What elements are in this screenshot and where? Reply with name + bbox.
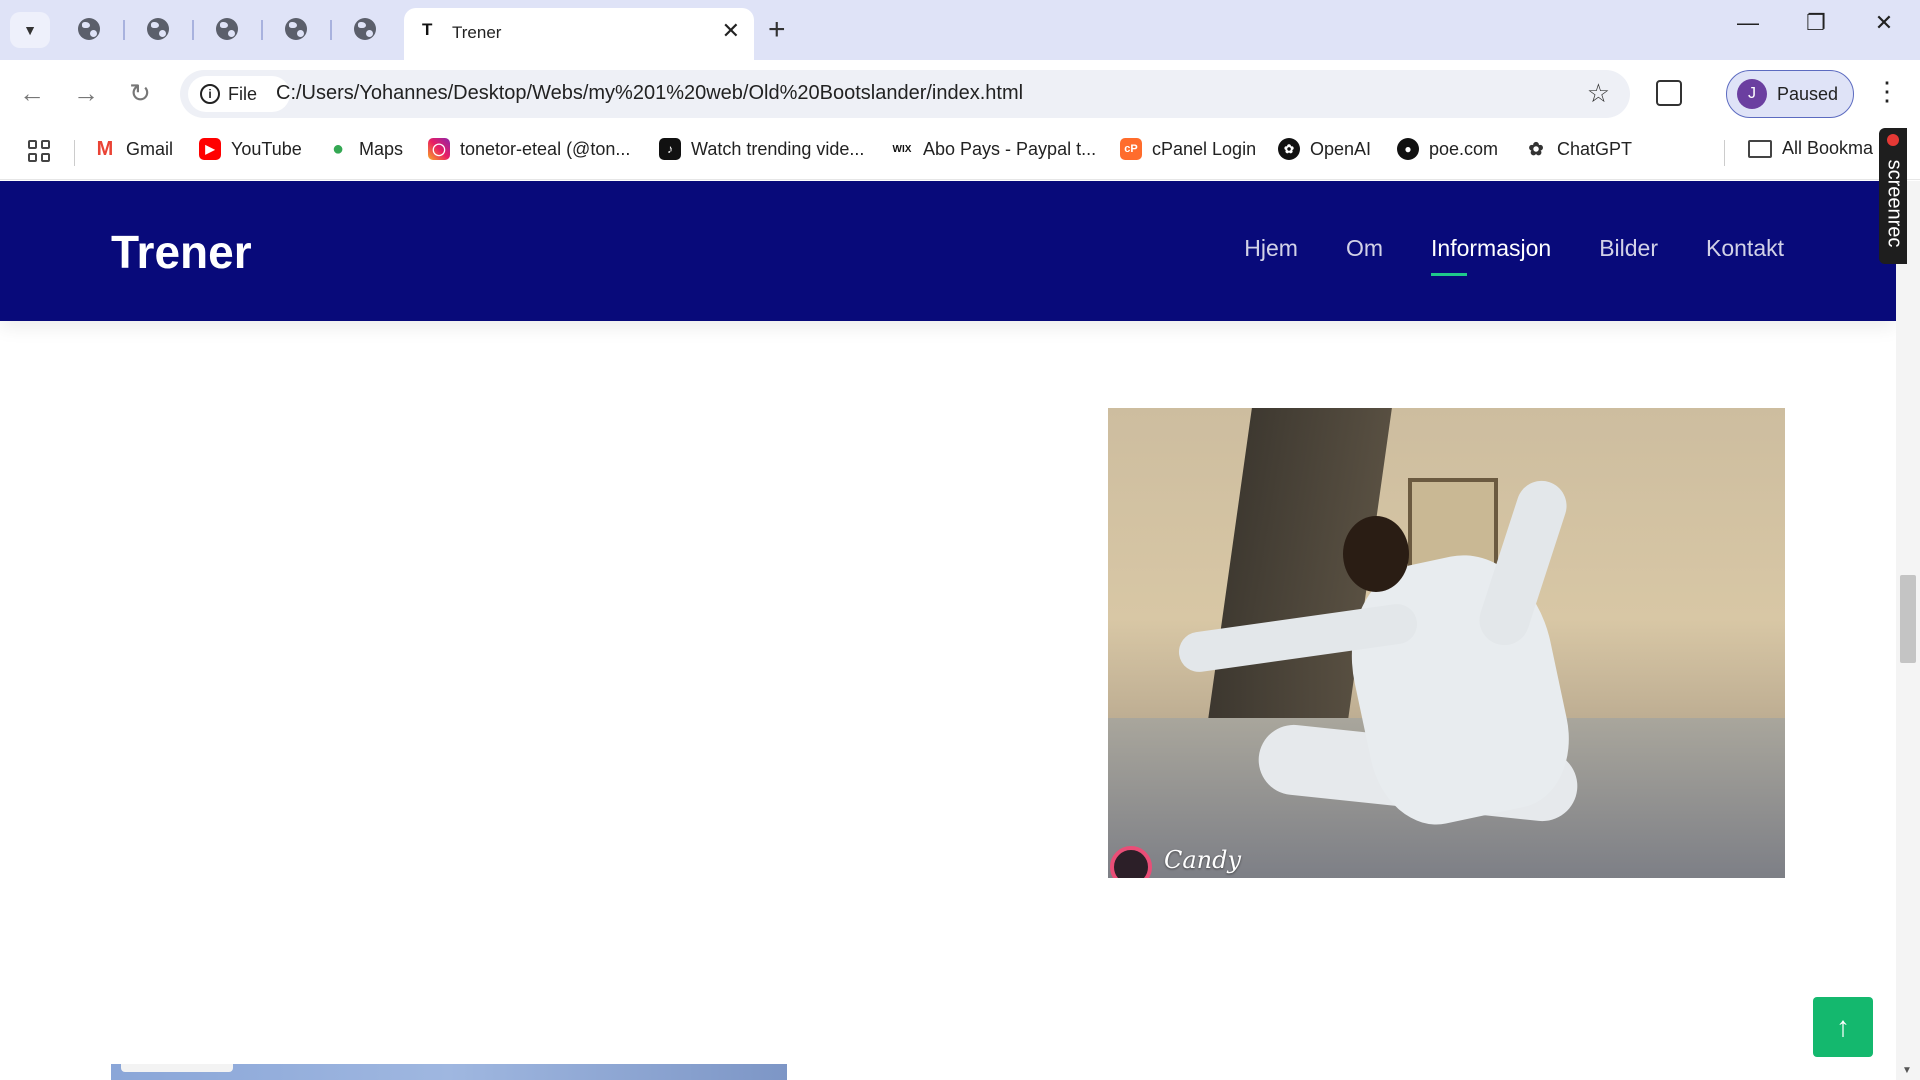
bookmark-separator <box>74 140 75 166</box>
tab-strip: ▼ T Trener ✕ + — ❐ ✕ <box>0 0 1920 60</box>
profile-status: Paused <box>1777 83 1839 104</box>
pinned-tab-3[interactable] <box>212 14 242 44</box>
profile-button[interactable]: J Paused <box>1726 70 1854 118</box>
back-arrow-icon[interactable]: ← <box>14 78 50 108</box>
back-to-top-button[interactable]: ↑ <box>1813 997 1873 1057</box>
browser-toolbar: ← → ↻ i File C:/Users/Yohannes/Desktop/W… <box>0 60 1920 126</box>
nav-link-om[interactable]: Om <box>1346 235 1383 276</box>
chevron-down-icon: ▼ <box>23 22 37 38</box>
avatar: J <box>1737 79 1767 109</box>
tab-search-button[interactable]: ▼ <box>10 12 50 48</box>
bookmark-label: OpenAI <box>1310 138 1372 159</box>
bookmark-label: ChatGPT <box>1557 138 1633 159</box>
forward-arrow-icon[interactable]: → <box>68 78 104 108</box>
address-bar[interactable]: i File C:/Users/Yohannes/Desktop/Webs/my… <box>180 70 1630 118</box>
url-text[interactable]: C:/Users/Yohannes/Desktop/Webs/my%201%20… <box>276 82 1023 105</box>
bookmark-label: tonetor-eteal (@ton... <box>460 138 631 159</box>
active-tab[interactable]: T Trener ✕ <box>404 8 754 60</box>
screenrec-label: screenrec <box>1883 159 1906 248</box>
wix-icon: WIX <box>891 138 913 160</box>
screenrec-widget[interactable]: screenrec <box>1879 128 1907 264</box>
bookmark-label: Gmail <box>126 138 174 159</box>
maps-icon: ● <box>327 138 349 160</box>
bookmark-youtube[interactable]: ▶ YouTube <box>199 138 302 160</box>
site-info-label: File <box>228 83 258 104</box>
bookmark-tiktok[interactable]: ♪ Watch trending vide... <box>659 138 864 160</box>
bookmark-instagram[interactable]: ◯ tonetor-eteal (@ton... <box>428 138 630 160</box>
info-icon: i <box>200 84 220 104</box>
new-tab-button[interactable]: + <box>768 12 786 48</box>
restore-button[interactable]: ❐ <box>1796 10 1836 36</box>
arrow-up-icon: ↑ <box>1836 1011 1850 1042</box>
tab-separator <box>261 20 263 40</box>
bookmarks-bar: M Gmail ▶ YouTube ● Maps ◯ tonetor-eteal… <box>0 126 1920 180</box>
apps-grid-icon[interactable] <box>28 140 50 162</box>
bookmark-wix[interactable]: WIX Abo Pays - Paypal t... <box>891 138 1096 160</box>
close-tab-icon[interactable]: ✕ <box>722 18 740 44</box>
close-window-button[interactable]: ✕ <box>1864 10 1904 36</box>
tab-separator <box>192 20 194 40</box>
bookmark-label: Abo Pays - Paypal t... <box>923 138 1097 159</box>
nav-link-bilder[interactable]: Bilder <box>1599 235 1658 276</box>
bookmark-gmail[interactable]: M Gmail <box>94 138 173 160</box>
bookmark-star-icon[interactable]: ☆ <box>1587 78 1610 109</box>
nav-link-kontakt[interactable]: Kontakt <box>1706 235 1784 276</box>
bookmark-label: Watch trending vide... <box>691 138 865 159</box>
globe-icon <box>147 18 169 40</box>
instagram-icon: ◯ <box>428 138 450 160</box>
all-bookmarks-label: All Bookma <box>1782 138 1874 158</box>
tiktok-icon: ♪ <box>659 138 681 160</box>
gallery-photo-partial <box>111 1064 787 1080</box>
cpanel-icon: cP <box>1120 138 1142 160</box>
pinned-tab-2[interactable] <box>143 14 173 44</box>
folder-icon <box>1748 139 1772 158</box>
record-dot-icon <box>1887 134 1899 146</box>
bookmark-label: YouTube <box>231 138 302 159</box>
minimize-button[interactable]: — <box>1728 10 1768 36</box>
tab-separator <box>330 20 332 40</box>
bookmark-separator <box>1724 140 1725 166</box>
page-viewport: Trener Hjem Om Informasjon Bilder Kontak… <box>0 181 1896 1080</box>
tab-separator <box>123 20 125 40</box>
gmail-icon: M <box>94 138 116 160</box>
site-info-button[interactable]: i File <box>188 76 290 112</box>
bookmark-maps[interactable]: ● Maps <box>327 138 403 160</box>
site-header: Trener Hjem Om Informasjon Bilder Kontak… <box>0 181 1896 321</box>
site-nav: Hjem Om Informasjon Bilder Kontakt <box>1244 235 1784 276</box>
all-bookmarks[interactable]: All Bookma <box>1748 138 1873 159</box>
bookmark-poe[interactable]: ● poe.com <box>1397 138 1498 160</box>
bookmark-chatgpt[interactable]: ✿ ChatGPT <box>1525 138 1632 160</box>
extensions-icon[interactable] <box>1656 80 1682 106</box>
nav-link-informasjon[interactable]: Informasjon <box>1431 235 1551 276</box>
openai-icon: ✿ <box>1278 138 1300 160</box>
reload-icon[interactable]: ↻ <box>122 78 158 108</box>
photo-watermark: Candy <box>1164 846 1242 874</box>
globe-icon <box>354 18 376 40</box>
tab-favicon: T <box>422 20 433 39</box>
globe-icon <box>216 18 238 40</box>
bookmark-label: cPanel Login <box>1152 138 1257 159</box>
globe-icon <box>78 18 100 40</box>
bookmark-cpanel[interactable]: cP cPanel Login <box>1120 138 1256 160</box>
bookmark-label: poe.com <box>1429 138 1499 159</box>
nav-link-hjem[interactable]: Hjem <box>1244 235 1298 276</box>
youtube-icon: ▶ <box>199 138 221 160</box>
pinned-tab-1[interactable] <box>74 14 104 44</box>
scrollbar-thumb[interactable] <box>1900 575 1916 663</box>
globe-icon <box>285 18 307 40</box>
bookmark-label: Maps <box>359 138 404 159</box>
page-scrollbar[interactable]: ▼ <box>1896 181 1920 1080</box>
pinned-tab-4[interactable] <box>281 14 311 44</box>
site-logo[interactable]: Trener <box>111 225 252 279</box>
chatgpt-icon: ✿ <box>1525 138 1547 160</box>
scroll-down-icon[interactable]: ▼ <box>1902 1065 1912 1076</box>
tab-title: Trener <box>452 23 502 42</box>
bookmark-openai[interactable]: ✿ OpenAI <box>1278 138 1371 160</box>
pinned-tab-5[interactable] <box>350 14 380 44</box>
browser-menu-icon[interactable]: ⋮ <box>1874 76 1900 107</box>
trainer-photo: Candy <box>1108 408 1785 878</box>
poe-icon: ● <box>1397 138 1419 160</box>
